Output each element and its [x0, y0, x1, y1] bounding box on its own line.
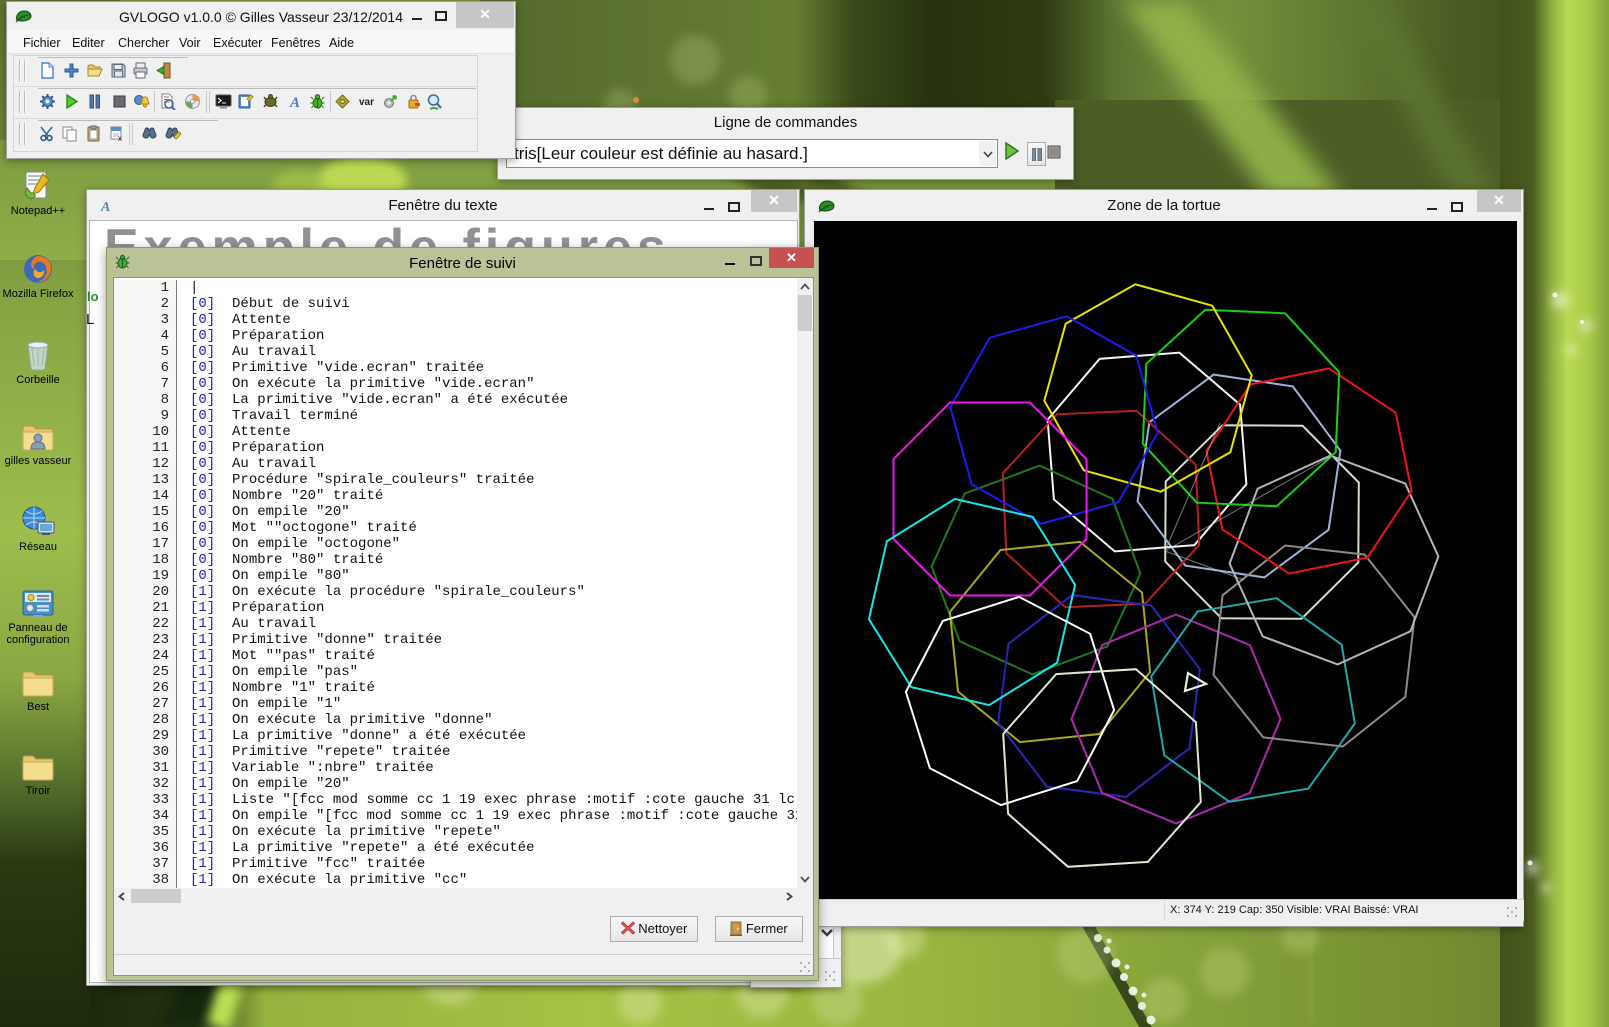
- svg-text:var: var: [359, 97, 374, 108]
- svg-text:x: x: [118, 134, 122, 142]
- svg-text:A: A: [100, 200, 110, 213]
- svg-text:A: A: [289, 95, 300, 110]
